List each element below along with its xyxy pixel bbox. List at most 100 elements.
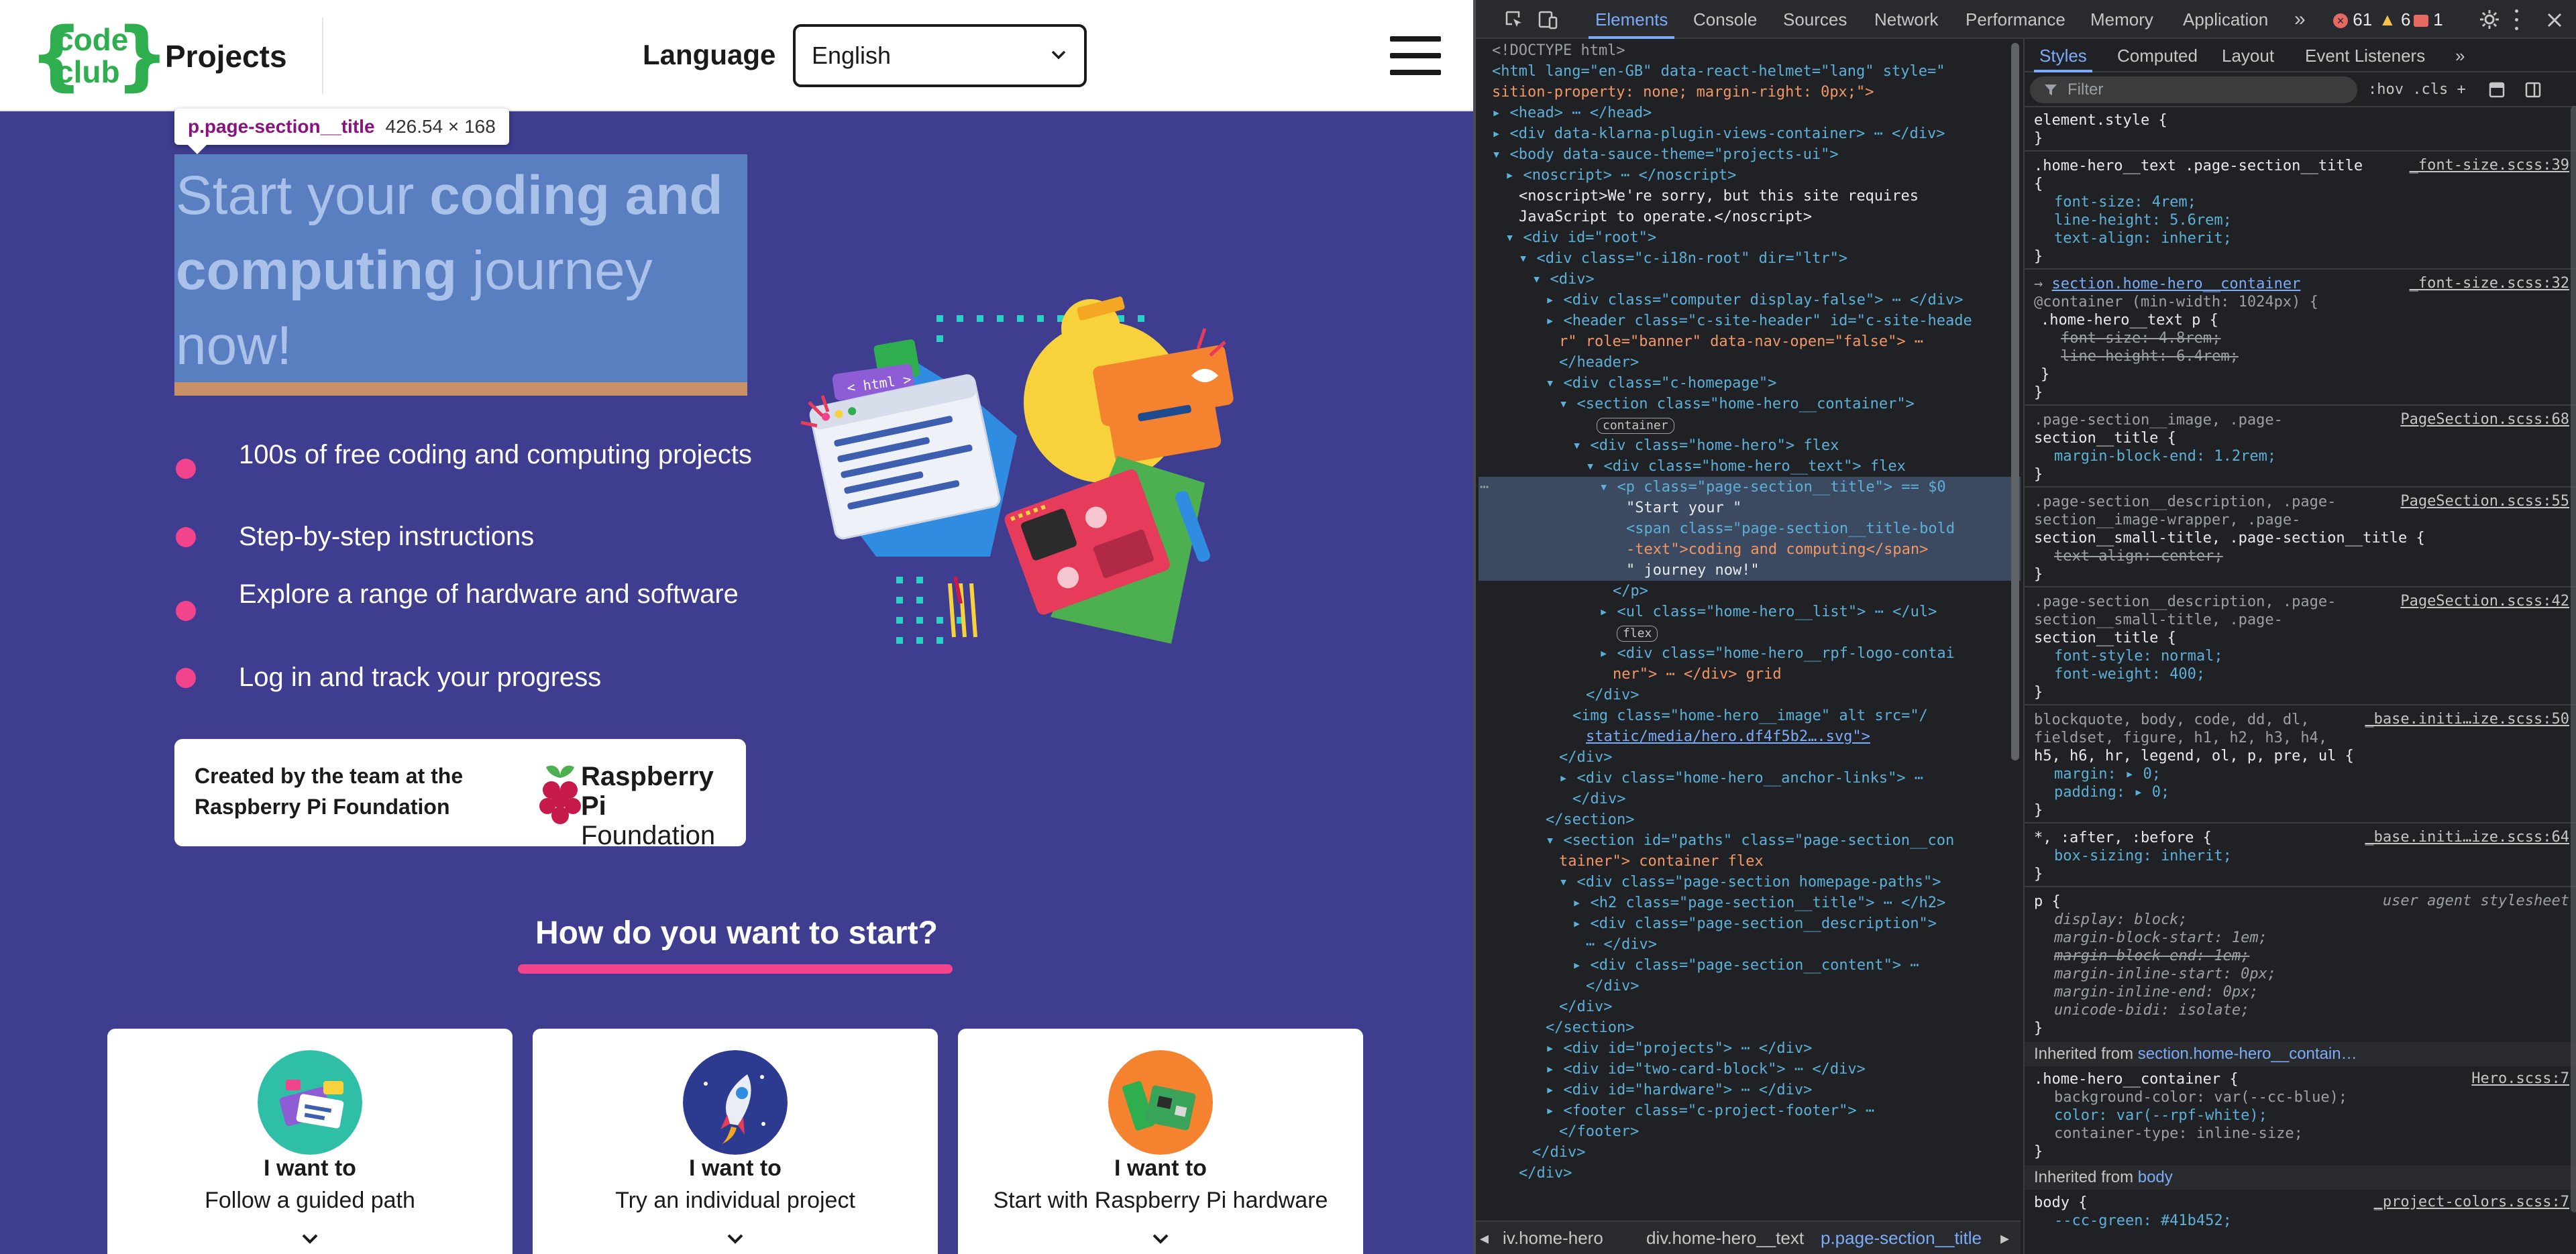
style-rule-line[interactable]: section__small-title, .page- [2025,611,2576,629]
style-rule-line[interactable]: } [2025,683,2576,701]
crumb-scroll-left-icon[interactable]: ◂ [1480,1222,1489,1254]
dom-node[interactable]: ▾ <div class="home-hero"> flex [1479,435,2021,456]
style-source-link[interactable]: Hero.scss:7 [2471,1070,2569,1087]
style-rule-line[interactable]: } [2025,247,2576,266]
style-declaration[interactable]: container-type: inline-size; [2025,1125,2576,1143]
dom-node[interactable]: ▸ <div class="page-section__description"… [1479,913,2021,934]
style-declaration[interactable]: box-sizing: inherit; [2025,847,2576,865]
dom-node[interactable]: container [1479,414,2021,435]
tab-sources[interactable]: Sources [1783,0,1847,39]
style-rule-line[interactable]: section__title { [2025,629,2576,647]
styles-scrollbar[interactable] [2571,106,2576,1212]
dom-node[interactable]: </div> [1479,747,2021,768]
dom-node[interactable]: ▸ <div class="home-hero__rpf-logo-contai [1479,643,2021,664]
dom-node[interactable]: </section> [1479,809,2021,830]
rpf-logo-card[interactable]: Created by the team at the Raspberry Pi … [174,739,746,850]
issues-count-badge[interactable]: 1 [2414,9,2443,30]
menu-hamburger-icon[interactable] [1390,36,1441,75]
dom-node[interactable]: flex [1479,622,2021,643]
style-rule-line[interactable]: } [2025,365,2576,384]
dom-node[interactable]: ▾ <div class="page-section homepage-path… [1479,872,2021,893]
style-toggles[interactable]: :hov .cls + [2368,76,2466,103]
dom-node[interactable]: ▸ <div id="two-card-block"> ⋯ </div> [1479,1059,2021,1080]
dom-node[interactable]: sition-property: none; margin-right: 0px… [1479,82,2021,103]
style-rule-line[interactable]: h5, h6, hr, legend, ol, p, pre, ul { [2025,747,2576,765]
style-source-link[interactable]: _base.initi…ize.scss:64 [2365,829,2569,846]
style-source-link[interactable]: _project-colors.scss:7 [2374,1194,2569,1210]
inherited-selector-link[interactable]: body [2138,1168,2173,1186]
style-declaration[interactable]: font-weight: 400; [2025,665,2576,683]
style-declaration-overridden[interactable]: text-align: center; [2025,547,2576,565]
dom-node[interactable]: </section> [1479,1017,2021,1038]
dom-node[interactable]: ▸ <noscript> ⋯ </noscript> [1479,165,2021,186]
tab-application[interactable]: Application [2183,0,2268,39]
inspect-element-icon[interactable] [1504,9,1524,30]
dom-node[interactable]: </div> [1479,1142,2021,1163]
dom-node[interactable]: <img class="home-hero__image" alt src="/ [1479,705,2021,726]
style-rule-line[interactable]: } [2025,801,2576,819]
crumb-scroll-right-icon[interactable]: ▸ [2000,1222,2009,1254]
dom-node[interactable]: ▸ <div id="projects"> ⋯ </div> [1479,1038,2021,1059]
dom-node[interactable]: </div> [1479,996,2021,1017]
path-card-guided[interactable]: I want to Follow a guided path [107,1029,513,1254]
dom-node[interactable]: </div> [1479,1163,2021,1184]
dom-node[interactable]: ▸ <ul class="home-hero__list"> ⋯ </ul> [1479,602,2021,622]
style-rule-line[interactable]: fieldset, figure, h1, h2, h3, h4, [2025,729,2576,747]
error-count-badge[interactable]: × 61 [2333,9,2372,30]
breadcrumb-item-active[interactable]: p.page-section__title [1821,1222,1982,1254]
settings-gear-icon[interactable] [2478,8,2501,31]
dom-node[interactable]: tainer"> container flex [1479,851,2021,872]
tab-elements[interactable]: Elements [1588,0,1675,39]
style-rule-line[interactable]: { [2025,175,2576,193]
dom-node[interactable]: </div> [1479,976,2021,996]
dom-node[interactable]: ⋯ </div> [1479,934,2021,955]
dom-node[interactable]: <!DOCTYPE html> [1479,40,2021,61]
warning-count-badge[interactable]: ▲ 6 [2379,9,2410,30]
code-club-logo[interactable]: { code club } [30,16,169,95]
more-subtabs-button[interactable]: » [2455,39,2465,72]
dom-node[interactable]: ▸ <head> ⋯ </head> [1479,103,2021,123]
sidebar-toggle-icon[interactable] [2524,80,2542,99]
subtab-styles[interactable]: Styles [2034,39,2092,72]
dom-node[interactable]: ▾ <div class="c-homepage"> [1479,373,2021,394]
dom-node[interactable]: JavaScript to operate.</noscript> [1479,207,2021,227]
dom-node[interactable]: ▸ <div class="home-hero__anchor-links"> … [1479,768,2021,789]
style-declaration[interactable]: color: var(--rpf-white); [2025,1106,2576,1125]
dom-node[interactable]: ▾ <section id="paths" class="page-sectio… [1479,830,2021,851]
style-declaration[interactable]: background-color: var(--cc-blue); [2025,1088,2576,1106]
style-declaration[interactable]: padding: ▸ 0; [2025,783,2576,801]
dom-node[interactable]: </div> [1479,789,2021,809]
dom-node[interactable]: ▸ <div class="page-section__content"> ⋯ [1479,955,2021,976]
dom-node-selected[interactable]: ⋯ ▾ <p class="page-section__title"> == $0 [1479,477,2021,498]
style-rule-line[interactable]: } [2025,384,2576,402]
dom-tree[interactable]: <!DOCTYPE html> <html lang="en-GB" data-… [1479,40,2021,1220]
dom-node[interactable]: ▾ <div class="home-hero__text"> flex [1479,456,2021,477]
dom-node[interactable]: ▸ <div class="computer display-false"> ⋯… [1479,290,2021,310]
inherited-selector-link[interactable]: section.home-hero__contain… [2138,1045,2357,1063]
style-rule-line[interactable]: section__title { [2025,429,2576,447]
subtab-layout[interactable]: Layout [2222,39,2274,72]
more-options-icon[interactable] [2513,7,2520,34]
style-declaration[interactable]: display: block; [2025,911,2576,929]
style-source-link[interactable]: _font-size.scss:32 [2410,275,2569,292]
path-card-hardware[interactable]: I want to Start with Raspberry Pi hardwa… [958,1029,1363,1254]
style-declaration[interactable]: line-height: 5.6rem; [2025,211,2576,229]
style-declaration[interactable]: unicode-bidi: isolate; [2025,1001,2576,1019]
dom-node[interactable]: </footer> [1479,1121,2021,1142]
breadcrumb-item[interactable]: div.home-hero__text [1646,1222,1804,1254]
style-declaration[interactable]: margin-inline-end: 0px; [2025,983,2576,1001]
style-rule-line[interactable]: section__small-title, .page-section__tit… [2025,529,2576,547]
style-rule-line[interactable]: } [2025,1019,2576,1037]
style-declaration[interactable]: font-style: normal; [2025,647,2576,665]
style-declaration[interactable]: font-size: 4rem; [2025,193,2576,211]
dom-node[interactable]: ▸ <h2 class="page-section__title"> ⋯ </h… [1479,893,2021,913]
dom-node[interactable]: <noscript>We're sorry, but this site req… [1479,186,2021,207]
subtab-computed[interactable]: Computed [2117,39,2198,72]
dom-node[interactable]: </div> [1479,685,2021,705]
styles-filter-input[interactable]: Filter [2030,76,2357,103]
tab-console[interactable]: Console [1693,0,1757,39]
site-title[interactable]: Projects [165,35,287,78]
dom-node[interactable]: ▸ <div data-klarna-plugin-views-containe… [1479,123,2021,144]
style-rule-line[interactable]: } [2025,565,2576,583]
style-declaration[interactable]: --cc-green: #41b452; [2025,1212,2576,1230]
